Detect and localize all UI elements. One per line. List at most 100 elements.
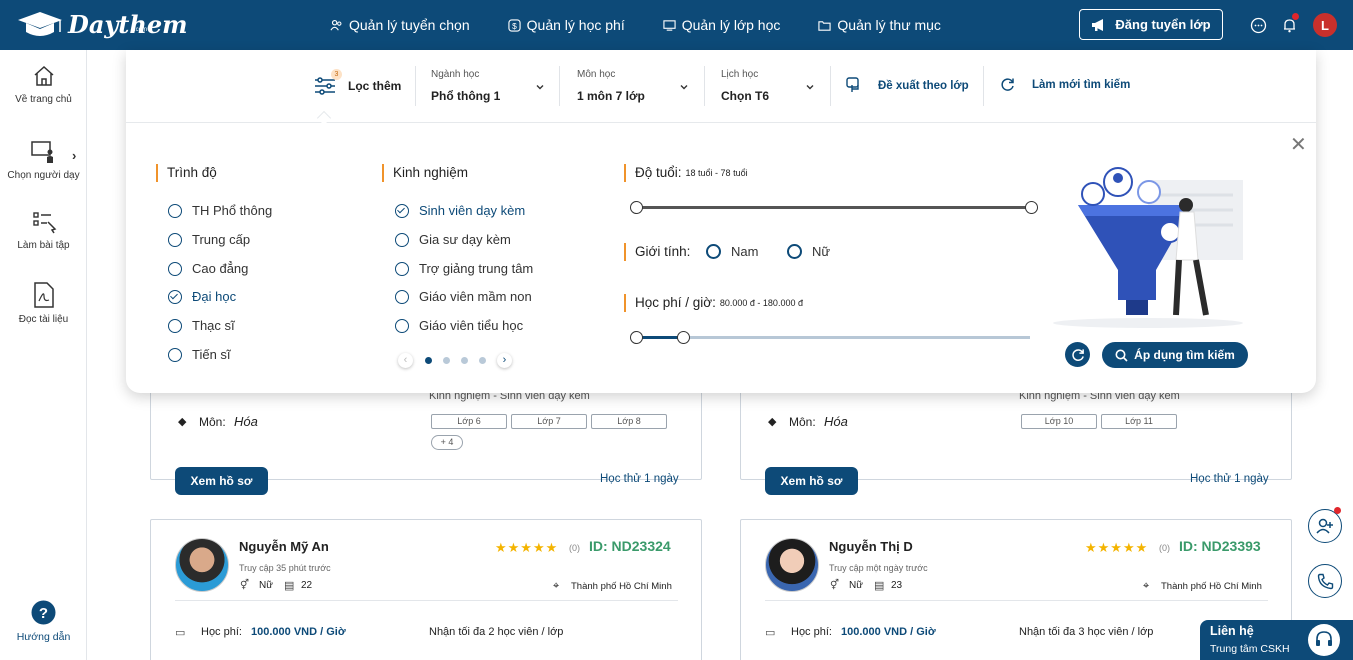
filter-count-badge: 3: [331, 69, 342, 80]
page-dot[interactable]: [425, 357, 432, 364]
apply-search-button[interactable]: Áp dụng tìm kiếm: [1102, 342, 1248, 368]
schedule-dropdown[interactable]: Lịch học Chọn T6: [721, 50, 819, 122]
subject-dropdown[interactable]: Môn học 1 môn 7 lớp: [577, 50, 695, 122]
reset-filter-button[interactable]: [1065, 342, 1090, 367]
divider: [559, 66, 560, 106]
level-option[interactable]: Tiến sĩ: [168, 347, 231, 362]
svg-text:?: ?: [39, 605, 48, 622]
gender-option-male[interactable]: Nam: [706, 244, 758, 259]
age-slider-track[interactable]: [636, 206, 1032, 209]
sidebar-item-home[interactable]: Về trang chủ: [0, 64, 87, 105]
nav-classes[interactable]: Quản lý lớp học: [663, 17, 780, 33]
headset-icon: [1308, 624, 1340, 656]
next-page-button[interactable]: ›: [497, 353, 512, 368]
chevron-down-icon: [536, 85, 544, 90]
phone-float-button[interactable]: [1308, 564, 1342, 598]
more-classes-chip[interactable]: + 4: [431, 435, 463, 450]
prev-page-button[interactable]: ‹: [398, 353, 413, 368]
post-class-label: Đăng tuyển lớp: [1115, 17, 1211, 32]
divider: [830, 66, 831, 106]
brand-logo[interactable]: Daythem: [16, 8, 188, 42]
level-label: TH Phổ thông: [192, 203, 273, 218]
sidebar-item-exercise[interactable]: Làm bài tập: [0, 210, 87, 251]
refresh-search-button[interactable]: Làm mới tìm kiếm: [1000, 77, 1130, 92]
close-icon[interactable]: ✕: [1290, 132, 1307, 157]
access-time: Truy cập 35 phút trước: [239, 563, 331, 573]
avatar[interactable]: [765, 538, 819, 592]
user-avatar[interactable]: L: [1313, 13, 1337, 37]
trial-text: Học thử 1 ngày: [1190, 473, 1269, 485]
brand-sub: .com: [134, 27, 148, 33]
add-user-icon: [1316, 518, 1333, 534]
chat-icon[interactable]: [1248, 15, 1268, 35]
experience-title: Kinh nghiệm: [382, 164, 468, 182]
view-profile-button[interactable]: Xem hồ sơ: [765, 467, 858, 495]
search-icon: [1115, 349, 1128, 362]
fee-value: 100.000 VND / Giờ: [251, 626, 346, 638]
check-icon: [168, 289, 182, 304]
chevron-right-icon[interactable]: ›: [72, 148, 76, 163]
location-text: Thành phố Hồ Chí Minh: [571, 581, 672, 592]
level-option[interactable]: Đại học: [168, 289, 236, 304]
experience-option[interactable]: Trợ giảng trung tâm: [395, 261, 533, 276]
sidebar-item-help[interactable]: ? Hướng dẫn: [0, 600, 87, 643]
page-dot[interactable]: [443, 357, 450, 364]
experience-option[interactable]: Giáo viên tiểu học: [395, 318, 523, 333]
page-dot[interactable]: [461, 357, 468, 364]
age-value: 22: [301, 580, 313, 591]
view-profile-button[interactable]: Xem hồ sơ: [175, 467, 268, 495]
gender-value: Nữ: [849, 580, 863, 591]
tutor-card: Nguyễn Mỹ An Truy cập 35 phút trước ⚥ Nữ…: [150, 519, 702, 660]
level-option[interactable]: TH Phổ thông: [168, 203, 272, 218]
divider: [983, 66, 984, 106]
nav-folders[interactable]: Quản lý thư mục: [818, 17, 941, 33]
tutor-name[interactable]: Nguyễn Thị D: [829, 539, 913, 554]
add-user-float-button[interactable]: [1308, 509, 1342, 543]
experience-label: Giáo viên tiểu học: [419, 318, 524, 333]
rating-stars: ★★★★★: [1085, 540, 1149, 555]
suggest-by-class-button[interactable]: Đề xuất theo lớp: [846, 77, 969, 94]
experience-option[interactable]: Giáo viên mầm non: [395, 289, 532, 304]
more-filter-button[interactable]: Lọc thêm: [314, 76, 401, 96]
classroom-icon: [663, 19, 676, 31]
gender-option-female[interactable]: Nữ: [787, 244, 830, 259]
experience-option[interactable]: Sinh viên dạy kèm: [395, 203, 525, 218]
brand-name: Daythem: [68, 10, 188, 39]
nav-recruit[interactable]: Quản lý tuyển chọn: [330, 17, 470, 33]
fee-slider-min[interactable]: [630, 331, 643, 344]
subject-value: 1 môn 7 lớp: [577, 89, 645, 103]
avatar[interactable]: [175, 538, 229, 592]
fee-slider-max[interactable]: [677, 331, 690, 344]
diamond-icon: ◆: [768, 416, 777, 428]
fee-slider-track[interactable]: [636, 336, 1030, 339]
post-class-button[interactable]: Đăng tuyển lớp: [1079, 9, 1223, 40]
fee-title: Học phí / giờ: 80.000 đ - 180.000 đ: [624, 294, 803, 312]
check-icon: [395, 203, 409, 218]
nav-label: Quản lý thư mục: [837, 17, 941, 33]
major-dropdown[interactable]: Ngành học Phổ thông 1: [431, 50, 549, 122]
nav-fees[interactable]: $ Quản lý học phí: [508, 17, 625, 33]
chevron-down-icon: [806, 85, 814, 90]
age-slider-max[interactable]: [1025, 201, 1038, 214]
suggest-icon: [846, 77, 859, 92]
experience-option[interactable]: Gia sư dạy kèm: [395, 232, 511, 247]
top-navbar: Daythem .com Quản lý tuyển chọn $ Quản l…: [0, 0, 1353, 50]
age-slider-min[interactable]: [630, 201, 643, 214]
cake-icon: ▤: [874, 580, 885, 592]
location-pin-icon: ⌖: [1143, 580, 1150, 592]
exercise-icon: [32, 212, 56, 234]
radio-icon: [168, 347, 182, 362]
sidebar-item-documents[interactable]: Đọc tài liệu: [0, 282, 87, 325]
level-option[interactable]: Thạc sĩ: [168, 318, 235, 333]
tutor-name[interactable]: Nguyễn Mỹ An: [239, 539, 329, 554]
page-dot[interactable]: [479, 357, 486, 364]
rating-count: (0): [569, 543, 580, 553]
nav-label: Quản lý học phí: [526, 17, 625, 33]
divider: [175, 600, 678, 601]
customer-support-button[interactable]: Liên hệ Trung tâm CSKH: [1200, 620, 1353, 660]
major-label: Ngành học: [431, 69, 480, 80]
diamond-icon: ◆: [178, 416, 187, 428]
level-option[interactable]: Trung cấp: [168, 232, 250, 247]
level-option[interactable]: Cao đẳng: [168, 261, 248, 276]
age-title: Độ tuổi: 18 tuổi - 78 tuổi: [624, 164, 748, 182]
